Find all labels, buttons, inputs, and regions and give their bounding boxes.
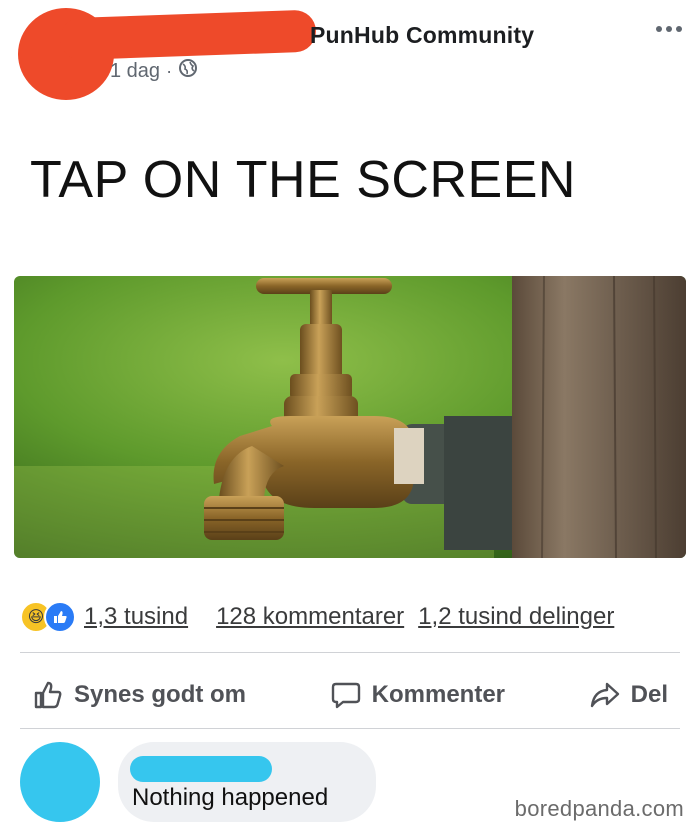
share-arrow-icon [589,679,621,711]
commenter-name-redacted[interactable] [130,756,272,782]
thumbs-up-icon [32,679,64,711]
more-dot [676,26,682,32]
post-action-bar: Synes godt om Kommenter Del [20,670,680,720]
more-dot [656,26,662,32]
share-count-link[interactable]: 1,2 tusind delinger [418,603,614,631]
author-name-redacted[interactable] [59,9,317,61]
post-image-faucet[interactable] [14,276,686,558]
reaction-stats: 😆 1,3 tusind 128 kommentarer 1,2 tusind … [20,600,614,634]
comment-bubble-icon [330,679,362,711]
comment-button[interactable]: Kommenter [318,679,517,711]
like-button-label: Synes godt om [74,681,247,708]
like-reaction-icon [44,601,76,633]
post-meta: 1 dag · [110,58,198,84]
meta-separator: · [166,60,173,81]
divider [20,652,680,653]
comment-count-link[interactable]: 128 kommentarer [216,603,404,631]
reaction-icons[interactable]: 😆 [20,601,76,633]
globe-icon [178,58,198,84]
group-name-link[interactable]: PunHub Community [310,22,534,49]
more-options-button[interactable] [656,26,682,32]
watermark: boredpanda.com [514,796,684,821]
commenter-avatar-redacted[interactable] [20,742,100,822]
like-button[interactable]: Synes godt om [20,679,258,711]
divider [20,728,680,729]
more-dot [666,26,672,32]
share-button[interactable]: Del [577,679,680,711]
comment-button-label: Kommenter [371,681,506,708]
post-text: TAP ON THE SCREEN [30,151,576,209]
share-button-label: Del [630,681,668,708]
comment-text: Nothing happened [132,784,329,811]
reaction-count-link[interactable]: 1,3 tusind [84,603,188,631]
post-timestamp[interactable]: 1 dag [110,60,160,83]
